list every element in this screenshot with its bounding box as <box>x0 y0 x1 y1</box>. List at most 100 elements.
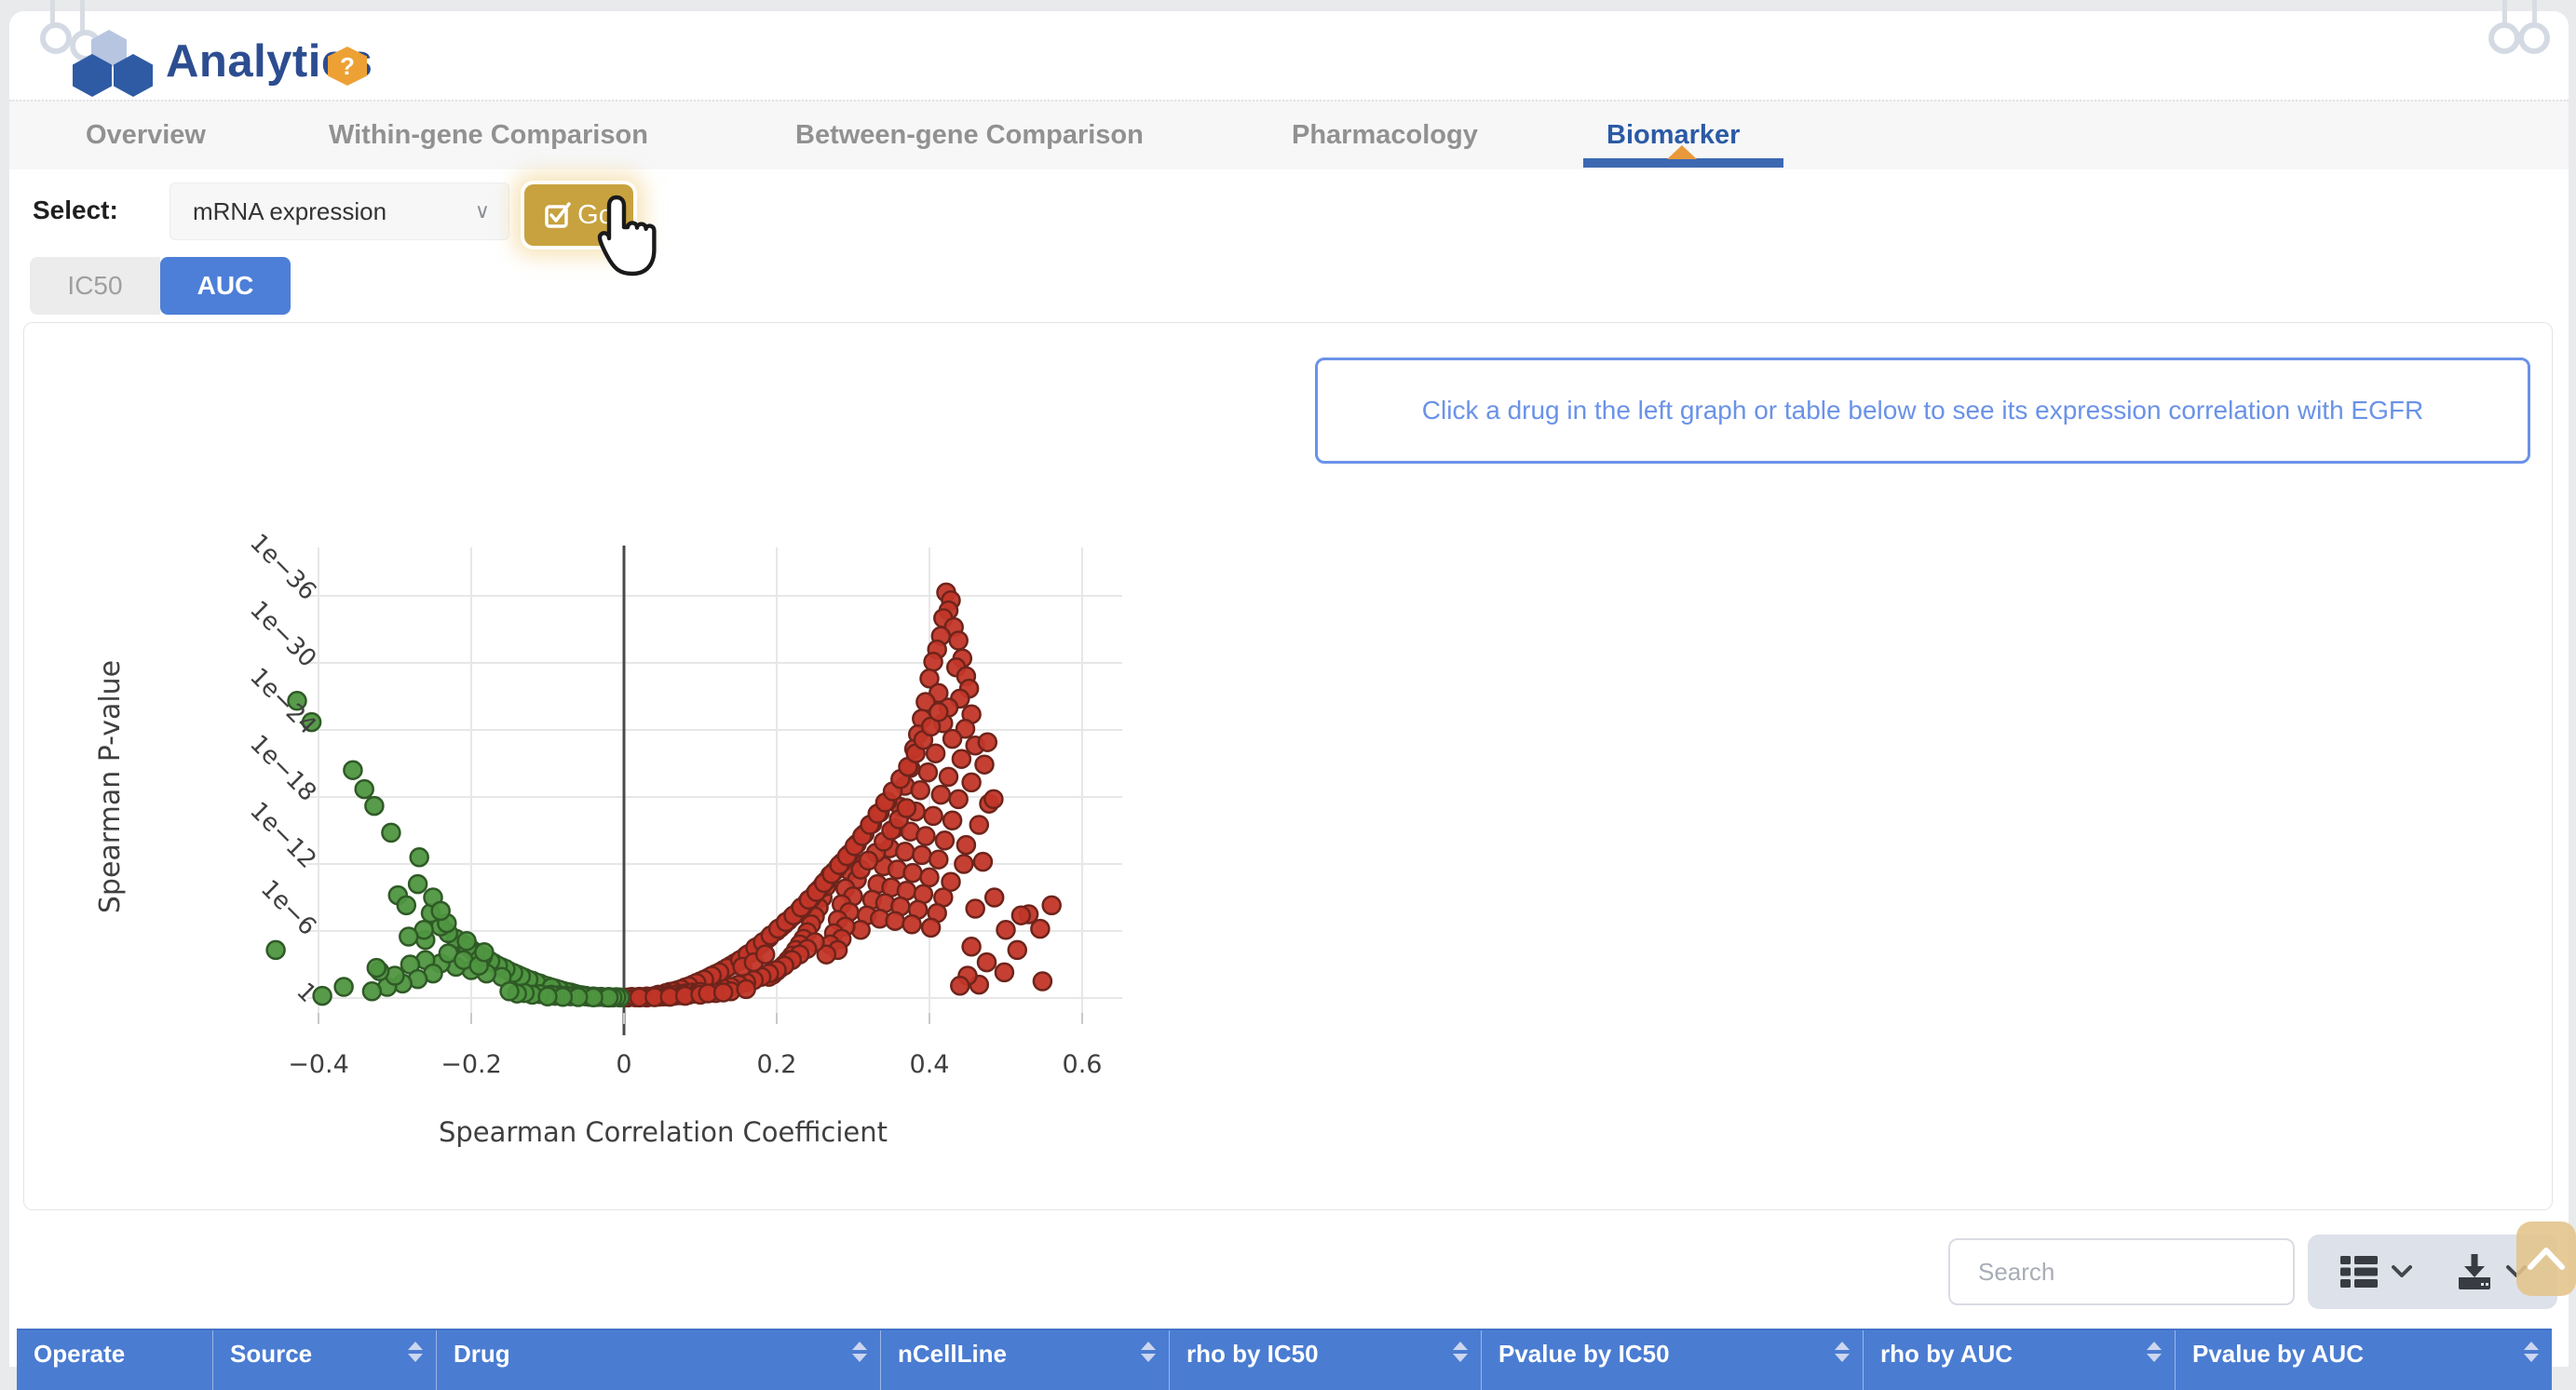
decor-ring-icon <box>40 22 72 54</box>
data-point[interactable] <box>921 869 939 886</box>
data-point[interactable] <box>979 734 997 751</box>
data-point[interactable] <box>1012 907 1030 924</box>
search-input[interactable] <box>1948 1238 2295 1305</box>
column-header-drug[interactable]: Drug <box>436 1330 880 1390</box>
data-point[interactable] <box>970 816 988 834</box>
data-point[interactable] <box>411 848 428 866</box>
data-point[interactable] <box>925 807 942 825</box>
data-point[interactable] <box>898 800 915 817</box>
toggle-ic50[interactable]: IC50 <box>30 257 160 315</box>
data-point[interactable] <box>344 762 361 779</box>
x-tick-label: 0.6 <box>1063 1050 1103 1079</box>
data-point[interactable] <box>267 941 285 959</box>
data-point[interactable] <box>501 982 519 1000</box>
data-point[interactable] <box>936 831 954 849</box>
column-header-operate[interactable]: Operate <box>17 1330 212 1390</box>
data-point[interactable] <box>738 980 755 998</box>
data-point[interactable] <box>943 812 961 830</box>
data-point[interactable] <box>996 964 1013 981</box>
tab-between-gene-comparison[interactable]: Between-gene Comparison <box>795 101 1144 169</box>
data-point[interactable] <box>985 889 1003 907</box>
data-point[interactable] <box>475 943 493 961</box>
tab-within-gene-comparison[interactable]: Within-gene Comparison <box>329 101 648 169</box>
data-point[interactable] <box>1043 897 1061 914</box>
data-point[interactable] <box>950 632 968 650</box>
y-axis-title: Spearman P-value <box>94 660 127 913</box>
data-point[interactable] <box>409 875 427 893</box>
instruction-message: Click a drug in the left graph or table … <box>1315 358 2530 464</box>
data-point[interactable] <box>978 953 996 971</box>
chevron-up-icon <box>2526 1246 2567 1272</box>
volcano-scatter-plot[interactable]: 1e−361e−301e−241e−181e−121e−61−0.4−0.200… <box>93 493 1229 1182</box>
data-point[interactable] <box>368 959 386 977</box>
data-point[interactable] <box>1009 941 1026 959</box>
data-point[interactable] <box>860 852 877 870</box>
data-point[interactable] <box>913 846 930 864</box>
data-point[interactable] <box>955 856 972 873</box>
data-point[interactable] <box>756 946 774 964</box>
data-point[interactable] <box>957 836 975 854</box>
data-point[interactable] <box>951 977 969 994</box>
data-point[interactable] <box>922 919 940 937</box>
metric-toggle: IC50 AUC <box>30 257 291 315</box>
data-point[interactable] <box>356 780 373 798</box>
data-point[interactable] <box>432 902 450 920</box>
data-point[interactable] <box>929 851 947 869</box>
decor-stem <box>80 0 85 34</box>
data-point[interactable] <box>916 828 934 845</box>
data-point[interactable] <box>382 824 400 842</box>
data-point[interactable] <box>963 938 981 955</box>
scroll-top-button[interactable] <box>2516 1221 2576 1296</box>
data-point[interactable] <box>950 790 968 808</box>
data-point[interactable] <box>335 978 353 996</box>
data-point[interactable] <box>967 900 984 918</box>
columns-toggle-button[interactable] <box>2339 1254 2413 1289</box>
y-tick-label: 1e−24 <box>244 663 321 740</box>
data-point[interactable] <box>940 768 957 786</box>
data-point[interactable] <box>903 915 921 933</box>
column-header-rho-by-ic50[interactable]: rho by IC50 <box>1169 1330 1481 1390</box>
data-point[interactable] <box>1034 973 1051 991</box>
tab-overview[interactable]: Overview <box>86 101 206 169</box>
column-header-pvalue-by-ic50[interactable]: Pvalue by IC50 <box>1481 1330 1863 1390</box>
data-point[interactable] <box>943 730 961 748</box>
data-point[interactable] <box>539 988 557 1005</box>
data-point[interactable] <box>400 928 417 946</box>
decor-ring-icon <box>2488 22 2520 54</box>
data-point[interactable] <box>976 756 994 774</box>
data-point[interactable] <box>953 750 970 768</box>
data-point[interactable] <box>904 864 922 882</box>
chevron-down-icon <box>2391 1264 2413 1279</box>
data-point[interactable] <box>997 921 1015 938</box>
data-point[interactable] <box>929 703 947 721</box>
data-point[interactable] <box>887 912 904 930</box>
mouse-cursor-icon <box>594 194 659 279</box>
data-point[interactable] <box>919 763 937 781</box>
column-header-source[interactable]: Source <box>212 1330 436 1390</box>
checkbox-check-icon <box>544 201 572 229</box>
toggle-auc[interactable]: AUC <box>160 257 291 315</box>
active-tab-underline <box>1583 158 1783 168</box>
data-point[interactable] <box>714 984 732 1002</box>
x-axis-title: Spearman Correlation Coefficient <box>439 1116 888 1148</box>
data-point[interactable] <box>363 982 381 1000</box>
data-point[interactable] <box>896 843 914 860</box>
tab-bar: Overview Within-gene Comparison Between-… <box>9 100 2569 169</box>
y-tick-label: 1e−6 <box>255 875 321 941</box>
column-header-rho-by-auc[interactable]: rho by AUC <box>1863 1330 2175 1390</box>
tab-pharmacology[interactable]: Pharmacology <box>1292 101 1478 169</box>
y-tick-label: 1e−12 <box>244 797 321 874</box>
data-type-select[interactable]: mRNA expression ∨ <box>169 182 509 240</box>
y-tick-label: 1e−18 <box>244 730 321 807</box>
data-point[interactable] <box>912 781 929 799</box>
data-point[interactable] <box>365 797 383 815</box>
column-header-pvalue-by-auc[interactable]: Pvalue by AUC <box>2175 1330 2552 1390</box>
data-point[interactable] <box>458 932 476 950</box>
data-point[interactable] <box>984 790 1002 808</box>
data-point[interactable] <box>963 774 981 791</box>
data-point[interactable] <box>398 897 415 914</box>
column-header-ncellline[interactable]: nCellLine <box>880 1330 1169 1390</box>
data-point[interactable] <box>925 653 942 670</box>
data-point[interactable] <box>932 786 950 803</box>
data-point[interactable] <box>974 853 992 870</box>
